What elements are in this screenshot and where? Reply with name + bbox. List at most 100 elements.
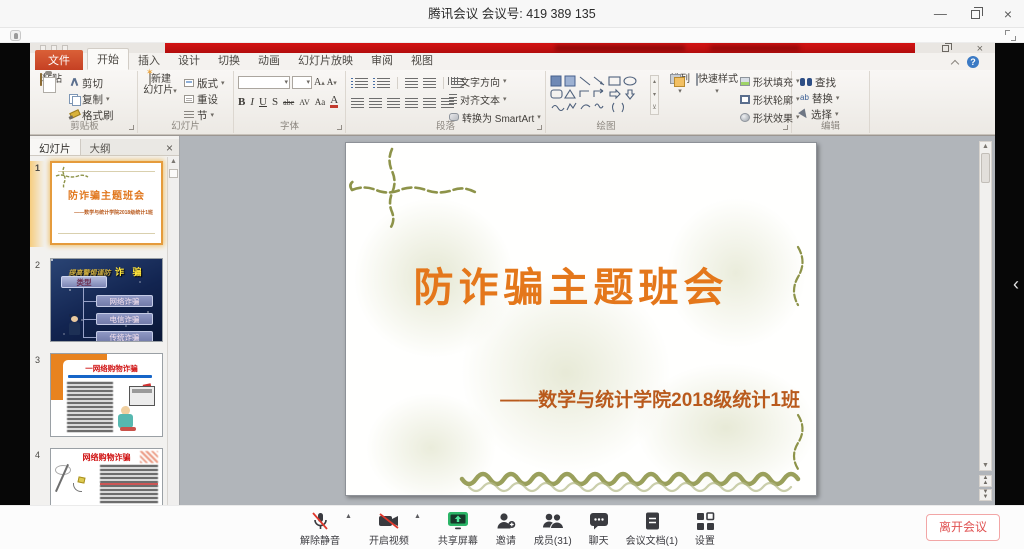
close-icon[interactable]: × — [1004, 8, 1012, 20]
drawing-dialog-launcher[interactable] — [783, 125, 788, 130]
char-spacing-button[interactable]: AV — [299, 98, 310, 107]
share-screen-button[interactable]: 共享屏幕 — [438, 510, 478, 547]
replace-button[interactable]: ab 替换▾ — [800, 91, 839, 105]
decrease-indent-icon[interactable] — [405, 78, 418, 88]
scrollbar-thumb[interactable] — [981, 153, 990, 183]
tab-design[interactable]: 设计 — [169, 50, 209, 70]
increase-indent-icon[interactable] — [423, 78, 436, 88]
tab-review[interactable]: 审阅 — [362, 50, 402, 70]
text-direction-button[interactable]: 文字方向▾ — [449, 74, 507, 88]
tab-view[interactable]: 视图 — [402, 50, 442, 70]
tab-home[interactable]: 开始 — [87, 48, 129, 70]
panel-close-icon[interactable]: × — [166, 141, 173, 155]
shape-fill-button[interactable]: 形状填充▾ — [740, 74, 800, 88]
paste-button[interactable]: 粘贴▾ — [35, 74, 67, 97]
align-text-button[interactable]: 对齐文本▾ — [449, 92, 507, 106]
start-video-button[interactable]: 开启视频 — [369, 510, 409, 547]
clipboard-dialog-launcher[interactable] — [129, 125, 134, 130]
microphone-muted-icon — [310, 510, 330, 531]
shield-icon[interactable] — [10, 30, 21, 41]
share-topbar — [0, 28, 1024, 43]
scroll-up-icon[interactable]: ▲ — [168, 158, 179, 165]
collapse-sidebar-chevron[interactable]: ‹ — [1013, 275, 1019, 293]
ppt-body: 幻灯片 大纲 × ▲ 1 — [30, 135, 995, 505]
settings-button[interactable]: 设置 — [695, 510, 715, 547]
find-button[interactable]: 查找 — [800, 75, 836, 89]
scroll-up-icon[interactable]: ▲ — [980, 143, 991, 150]
police-cartoon — [67, 311, 83, 337]
members-button[interactable]: 成员(31) — [534, 510, 572, 547]
distribute-icon[interactable] — [423, 98, 436, 108]
arrange-button[interactable]: 排列▾ — [664, 74, 696, 97]
font-dialog-launcher[interactable] — [337, 125, 342, 130]
invite-button[interactable]: 邀请 — [495, 510, 517, 547]
computer-cartoon — [115, 384, 157, 432]
video-options-caret[interactable]: ▲ — [414, 513, 421, 520]
justify-icon[interactable] — [405, 98, 418, 108]
slide-subtitle[interactable]: ——数学与统计学院2018级统计1班 — [500, 385, 800, 412]
tab-outline[interactable]: 大纲 — [81, 139, 120, 155]
slide-scrollbar[interactable]: ▲ ▼ — [979, 141, 992, 471]
align-right-icon[interactable] — [387, 98, 400, 108]
ppt-restore-icon[interactable] — [942, 45, 949, 52]
shape-outline-button[interactable]: 形状轮廓▾ — [740, 92, 800, 106]
thumbnail-slide-4[interactable]: 网络购物诈骗 — [50, 448, 163, 505]
underline-button[interactable]: U — [259, 96, 267, 108]
minimize-icon[interactable]: — — [934, 9, 947, 19]
grow-font-button[interactable]: A▴ — [314, 77, 325, 88]
new-slide-button[interactable]: 新建 幻灯片▾ — [142, 74, 178, 97]
panel-scrollbar[interactable]: ▲ — [167, 157, 179, 505]
restore-icon[interactable] — [971, 10, 980, 19]
shapes-scroll[interactable]: ▴▾⊻ — [650, 75, 659, 115]
tab-slideshow[interactable]: 幻灯片放映 — [289, 50, 362, 70]
thumbnail-slide-1[interactable]: 防诈骗主题班会 ——数学与统计学院2018级统计1班 — [50, 161, 163, 245]
mic-options-caret[interactable]: ▲ — [345, 513, 352, 520]
ppt-close-icon[interactable]: × — [977, 45, 983, 53]
tab-transitions[interactable]: 切换 — [209, 50, 249, 70]
font-color-button[interactable]: A — [330, 96, 338, 108]
tab-animations[interactable]: 动画 — [249, 50, 289, 70]
bullets-icon[interactable] — [355, 78, 368, 88]
shapes-gallery[interactable] — [550, 75, 648, 115]
diagram-root: 类型 — [61, 276, 107, 288]
strikethrough-button[interactable]: abc — [283, 98, 294, 107]
copy-button[interactable]: 复制▾ — [69, 92, 110, 106]
shape-effects-button[interactable]: 形状效果▾ — [740, 110, 800, 124]
shrink-font-button[interactable]: A▾ — [327, 77, 337, 87]
layout-button[interactable]: 版式▾ — [184, 76, 225, 90]
slide-canvas[interactable]: 防诈骗主题班会 ——数学与统计学院2018级统计1班 — [345, 142, 817, 496]
font-name-select[interactable] — [238, 76, 290, 89]
thumbnail-slide-3[interactable]: 一网络购物诈骗 — [50, 353, 163, 437]
shadow-button[interactable]: S — [272, 96, 278, 108]
fullscreen-icon[interactable] — [1005, 30, 1016, 41]
scroll-down-icon[interactable]: ▼ — [980, 462, 991, 469]
ppt-window-controls: × — [942, 44, 983, 53]
panel-tabs: 幻灯片 大纲 × — [30, 139, 179, 156]
previous-slide-button[interactable]: ▲▲ — [979, 475, 992, 487]
bold-button[interactable]: B — [238, 96, 245, 108]
members-icon — [541, 510, 565, 531]
slide-title[interactable]: 防诈骗主题班会 — [376, 255, 766, 313]
numbering-icon[interactable] — [377, 78, 390, 88]
align-center-icon[interactable] — [369, 98, 382, 108]
quick-styles-button[interactable]: 快速样式▾ — [696, 74, 738, 97]
paragraph-dialog-launcher[interactable] — [537, 125, 542, 130]
help-icon[interactable]: ? — [967, 56, 979, 68]
font-size-select[interactable] — [292, 76, 312, 89]
cut-button[interactable]: 剪切 — [69, 76, 103, 90]
align-left-icon[interactable] — [351, 98, 364, 108]
italic-button[interactable]: I — [250, 96, 254, 108]
tab-file[interactable]: 文件 — [35, 50, 83, 70]
chat-button[interactable]: 聊天 — [589, 510, 609, 547]
reset-button[interactable]: 重设 — [184, 92, 218, 106]
unmute-button[interactable]: 解除静音 — [300, 510, 340, 547]
collapse-ribbon-icon[interactable] — [951, 59, 959, 67]
thumbnail-slide-2[interactable]: 提高警惕谨防 诈 骗 类型 网络诈骗 电信诈骗 传统诈骗 — [50, 258, 163, 342]
meeting-title: 腾讯会议 会议号: 419 389 135 — [0, 0, 1024, 28]
meeting-docs-button[interactable]: 会议文档(1) — [626, 510, 678, 547]
group-editing: 查找 ab 替换▾ 选择▾ 编辑 — [792, 71, 870, 133]
leave-meeting-button[interactable]: 离开会议 — [926, 514, 1000, 541]
change-case-button[interactable]: Aa — [315, 97, 326, 107]
tab-slides-thumbnails[interactable]: 幻灯片 — [30, 139, 81, 155]
next-slide-button[interactable]: ▼▼ — [979, 489, 992, 501]
